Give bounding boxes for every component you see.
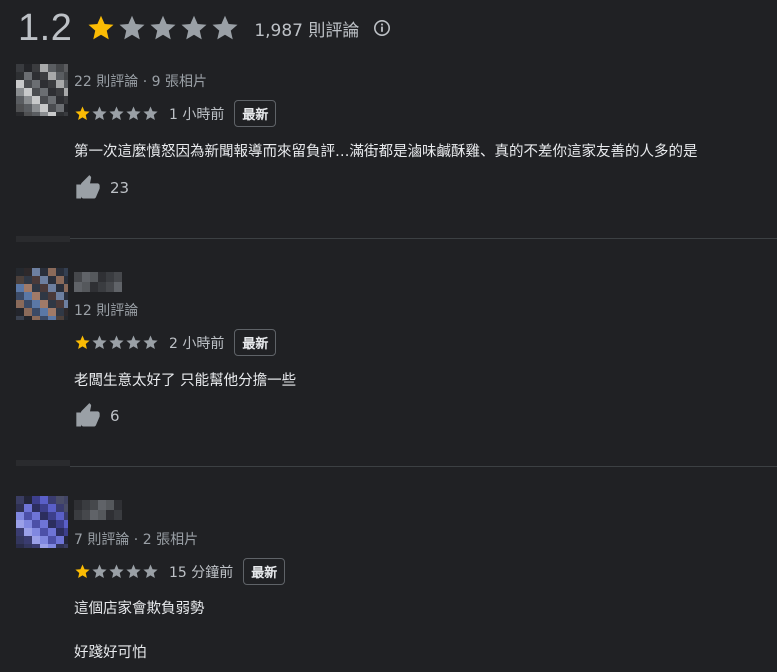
reviewer-avatar[interactable] — [16, 268, 68, 320]
like-button[interactable]: 6 — [74, 402, 120, 430]
review-text: 老闆生意太好了 只能幫他分擔一些 — [74, 373, 297, 389]
info-icon[interactable] — [373, 19, 391, 37]
thumbs-up-icon — [74, 174, 110, 202]
star-empty-icon — [143, 564, 158, 578]
divider — [70, 466, 777, 467]
star-empty-icon — [126, 564, 141, 578]
review-time: 1 小時前 — [169, 106, 225, 123]
star-empty-icon — [92, 564, 107, 578]
divider — [70, 238, 777, 239]
reviewer-name[interactable] — [74, 272, 124, 292]
star-filled-icon — [75, 335, 90, 349]
new-badge: 最新 — [234, 329, 277, 356]
new-badge: 最新 — [243, 558, 286, 585]
review-text: 第一次這麼憤怒因為新聞報導而來留負評…滿街都是滷味鹹酥雞、真的不差你這家友善的人… — [74, 144, 698, 160]
review-stars — [74, 563, 159, 580]
review-rating-row: 2 小時前 最新 — [74, 329, 277, 356]
review-time: 2 小時前 — [169, 335, 225, 352]
review-rating-row: 15 分鐘前 最新 — [74, 558, 286, 585]
review-stars — [74, 334, 159, 351]
star-empty-icon — [109, 564, 124, 578]
review-count[interactable]: 1,987 則評論 — [254, 16, 359, 41]
rating-stars — [86, 13, 240, 43]
reviews-panel: 1.2 1,987 則評論 22 則評論 · 9 張相片 1 小時前 最新 第一… — [0, 0, 777, 672]
review-stars — [74, 105, 159, 122]
review-time: 15 分鐘前 — [169, 564, 234, 581]
star-empty-icon — [126, 106, 141, 120]
like-count: 23 — [110, 179, 130, 197]
star-empty-icon — [143, 335, 158, 349]
star-empty-icon — [181, 15, 207, 40]
star-empty-icon — [92, 106, 107, 120]
star-filled-icon — [88, 15, 114, 40]
reviewer-stats[interactable]: 12 則評論 — [74, 300, 138, 320]
star-empty-icon — [109, 106, 124, 120]
review-text: 這個店家會欺負弱勢 — [74, 601, 205, 617]
divider-decor — [16, 460, 70, 466]
star-empty-icon — [109, 335, 124, 349]
star-empty-icon — [92, 335, 107, 349]
star-empty-icon — [126, 335, 141, 349]
star-filled-icon — [75, 564, 90, 578]
review-rating-row: 1 小時前 最新 — [74, 100, 277, 127]
review-text: 好踐好可怕 — [74, 645, 147, 661]
reviewer-stats[interactable]: 7 則評論 · 2 張相片 — [74, 529, 198, 549]
reviewer-avatar[interactable] — [16, 64, 68, 116]
star-empty-icon — [119, 15, 145, 40]
star-empty-icon — [150, 15, 176, 40]
star-empty-icon — [212, 15, 238, 40]
reviewer-name[interactable] — [74, 500, 124, 520]
star-empty-icon — [143, 106, 158, 120]
like-button[interactable]: 23 — [74, 174, 129, 202]
divider-decor — [16, 236, 70, 242]
reviewer-avatar[interactable] — [16, 496, 68, 548]
average-rating: 1.2 — [18, 6, 73, 49]
star-filled-icon — [75, 106, 90, 120]
like-count: 6 — [110, 407, 120, 425]
reviewer-stats[interactable]: 22 則評論 · 9 張相片 — [74, 71, 207, 91]
new-badge: 最新 — [234, 100, 277, 127]
thumbs-up-icon — [74, 402, 110, 430]
rating-summary: 1.2 1,987 則評論 — [18, 6, 391, 50]
